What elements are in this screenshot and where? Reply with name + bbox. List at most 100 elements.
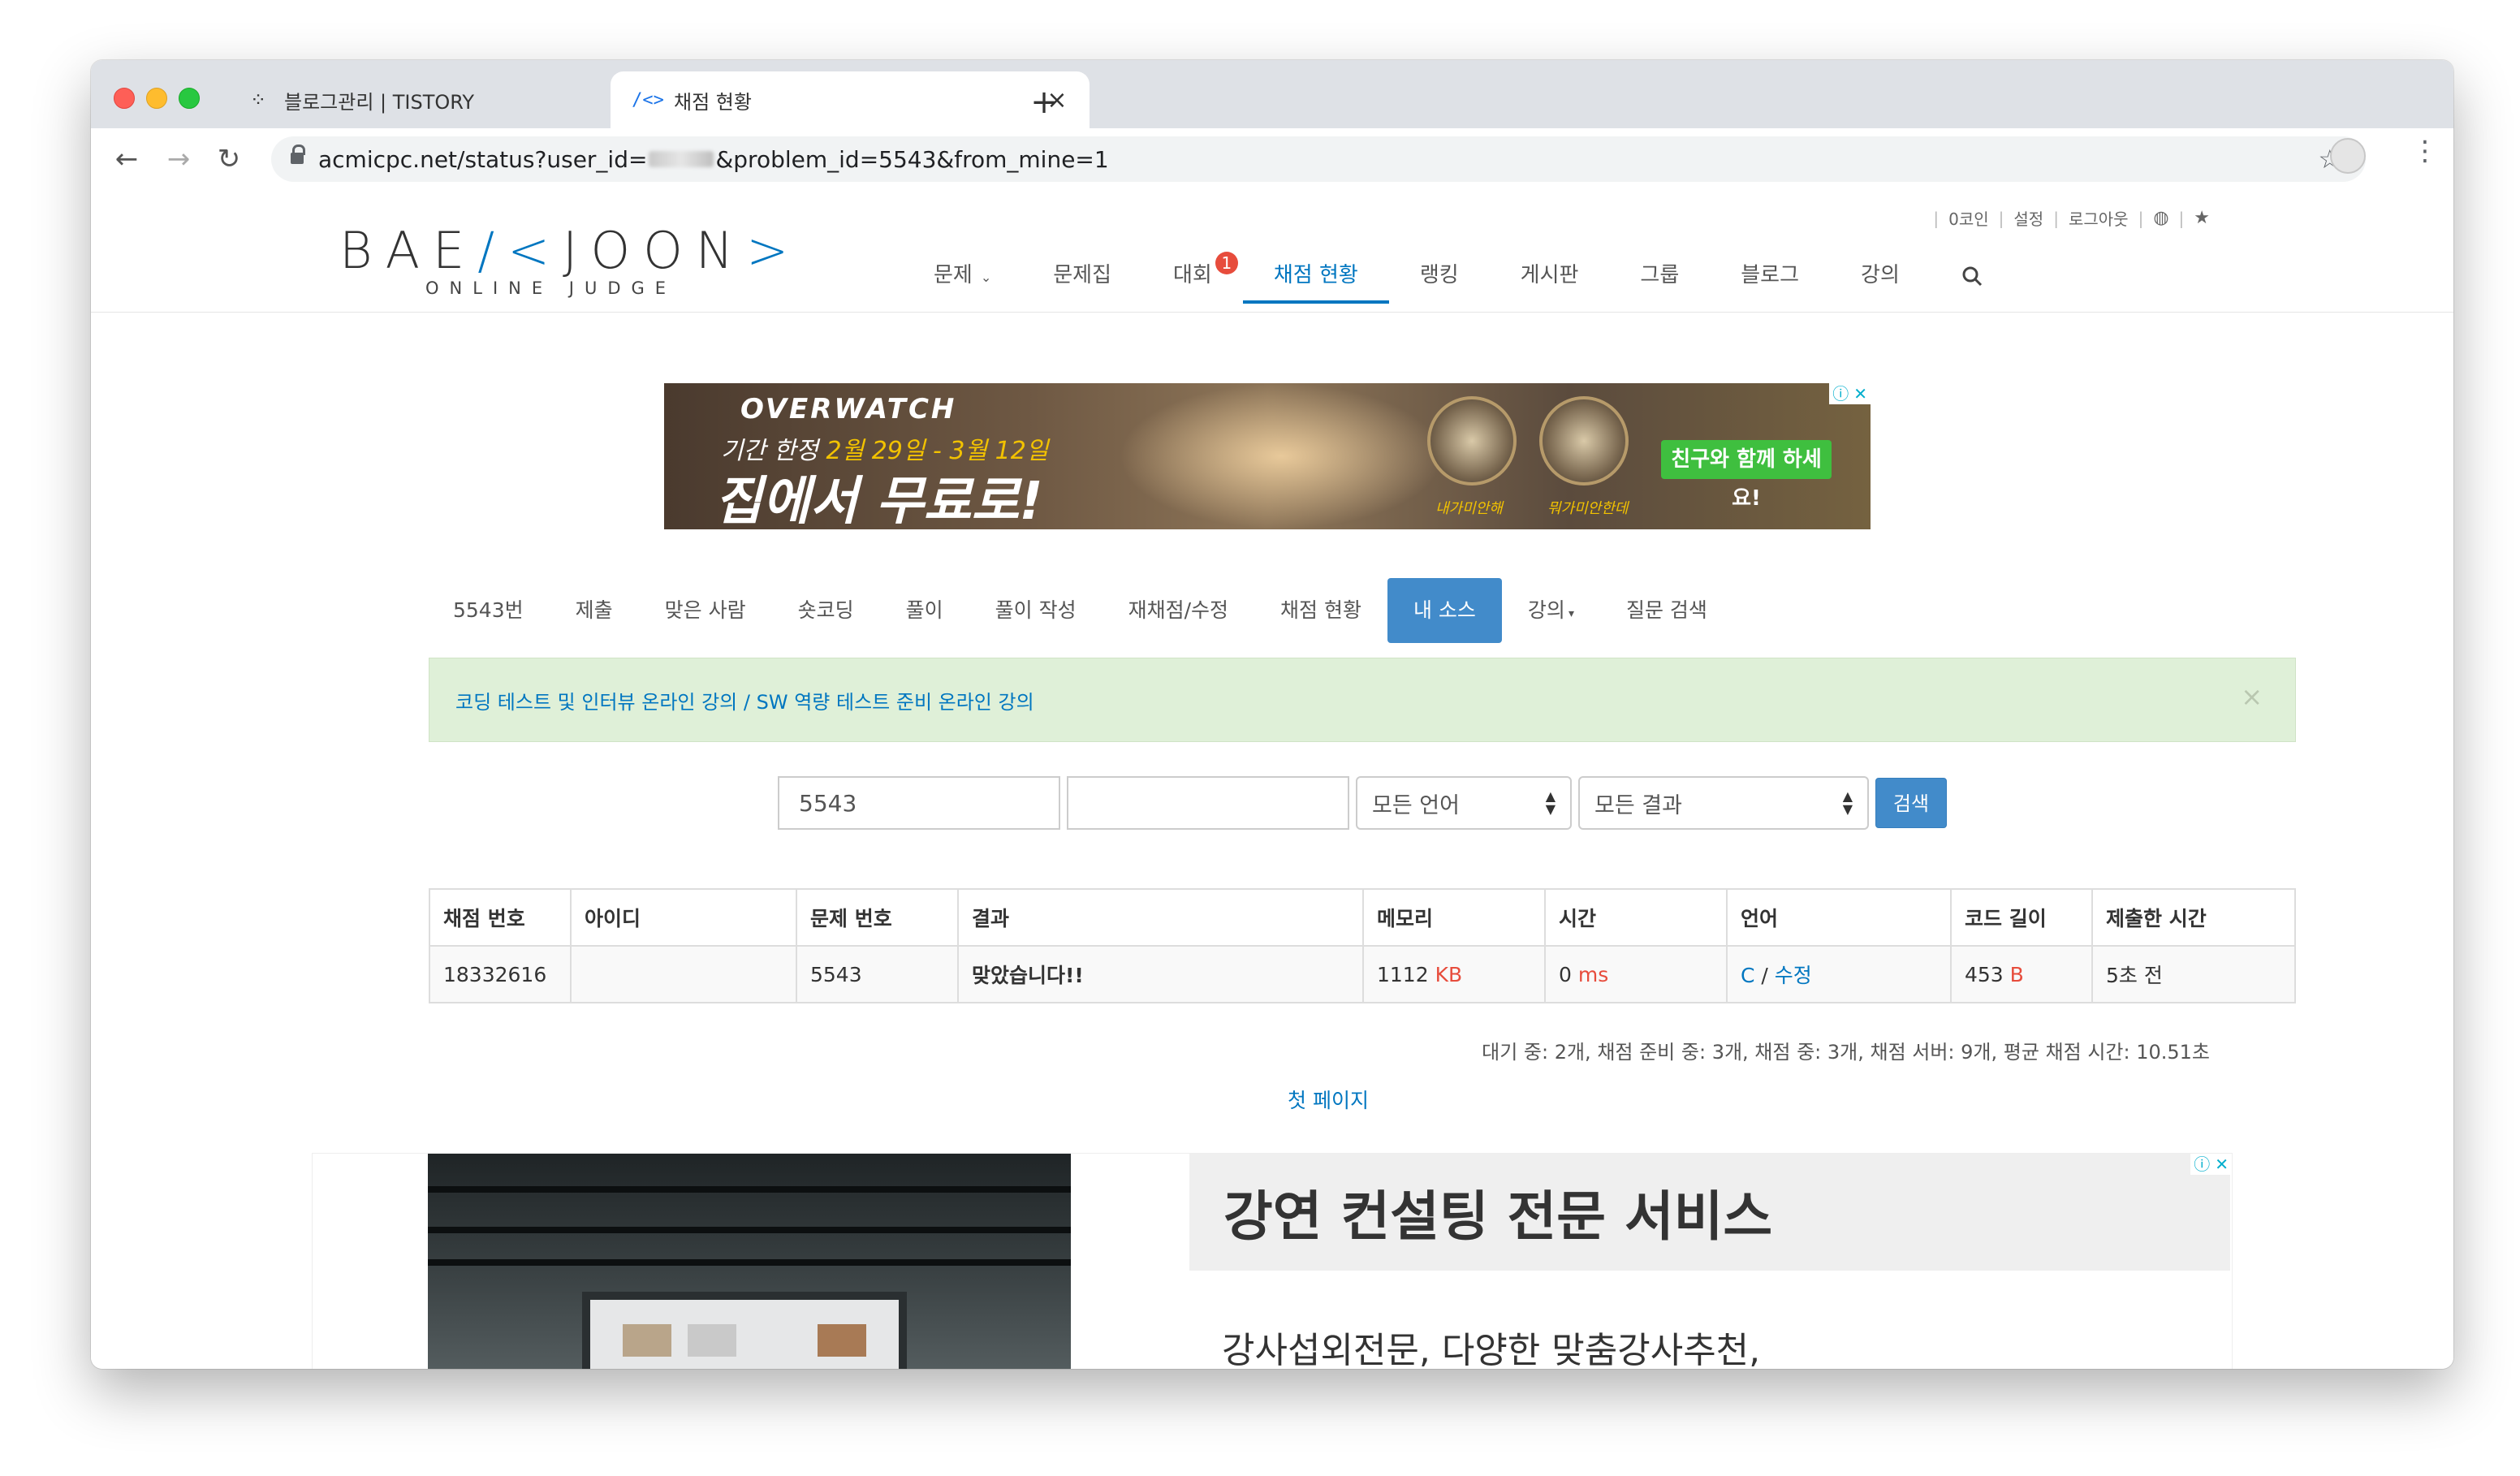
- first-page-link[interactable]: 첫 페이지: [1288, 1085, 1369, 1114]
- problem-menu-solutions[interactable]: 풀이: [880, 578, 969, 643]
- language-cell: C / 수정: [1726, 945, 1952, 1003]
- settings-link[interactable]: 설정: [2013, 206, 2043, 230]
- nav-contest[interactable]: 대회 1: [1142, 247, 1243, 304]
- close-icon[interactable]: ×: [2241, 681, 2263, 712]
- browser-toolbar: ← → ↻ acmicpc.net/status?user_id= &probl…: [91, 128, 2453, 193]
- star-icon[interactable]: ★: [2194, 208, 2210, 228]
- redacted-user-id: [649, 151, 714, 167]
- result-select[interactable]: 모든 결과 ▲ ▼: [1578, 776, 1869, 830]
- ad-brand: OVERWATCH: [740, 393, 957, 425]
- col-language: 언어: [1726, 888, 1952, 947]
- memory-cell: 1112 KB: [1362, 945, 1546, 1003]
- col-time: 시간: [1544, 888, 1728, 947]
- close-window-button[interactable]: [114, 88, 135, 109]
- ad-body: 강사섭외전문, 다양한 맞춤강사추천,: [1222, 1330, 1761, 1369]
- back-button[interactable]: ←: [107, 140, 146, 179]
- problem-menu-solvers[interactable]: 맞은 사람: [639, 578, 772, 643]
- col-memory: 메모리: [1362, 888, 1546, 947]
- col-code-length: 코드 길이: [1950, 888, 2093, 947]
- coin-link[interactable]: 0코인: [1948, 206, 1989, 230]
- tab-status[interactable]: /<> 채점 현황 ×: [611, 71, 1090, 128]
- result-status: 맞았습니다!!: [957, 945, 1364, 1003]
- problem-menu-rejudge[interactable]: 재채점/수정: [1102, 578, 1254, 643]
- zoom-window-button[interactable]: [179, 88, 200, 109]
- select-arrows-icon: ▲ ▼: [1545, 788, 1556, 817]
- ad-photo: [428, 1154, 1071, 1369]
- lecture-consulting-ad[interactable]: 강연 컨설팅 전문 서비스 강사섭외전문, 다양한 맞춤강사추천, ⓘ ✕: [312, 1153, 2233, 1369]
- nav-board[interactable]: 게시판: [1490, 247, 1610, 304]
- main-nav: 문제 ⌄ 문제집 대회 1 채점 현황 랭킹 게시판 그룹 블로그 강의: [903, 247, 2013, 304]
- tab-title: 채점 현황: [674, 90, 752, 114]
- profile-avatar[interactable]: [2330, 138, 2366, 174]
- globe-icon[interactable]: ◍: [2153, 208, 2168, 228]
- tistory-icon: ⁘: [249, 88, 267, 111]
- problem-menu-number[interactable]: 5543번: [429, 578, 550, 643]
- search-button[interactable]: 검색: [1875, 778, 1947, 828]
- alert-link[interactable]: 코딩 테스트 및 인터뷰 온라인 강의 / SW 역량 테스트 준비 온라인 강…: [455, 686, 1034, 714]
- logo-subtitle: ONLINE JUDGE: [425, 278, 677, 298]
- nav-ranking[interactable]: 랭킹: [1389, 247, 1490, 304]
- caret-down-icon: ▾: [1568, 607, 1574, 620]
- url-prefix: acmicpc.net/status?user_id=: [318, 145, 648, 173]
- nav-problems[interactable]: 문제 ⌄: [903, 247, 1022, 304]
- hero-medal-icon: [1539, 396, 1629, 486]
- select-arrows-icon: ▲ ▼: [1842, 788, 1853, 817]
- adchoices-icon[interactable]: ⓘ ✕: [2190, 1154, 2232, 1175]
- col-submission-id: 채점 번호: [429, 888, 572, 947]
- col-user-id: 아이디: [570, 888, 797, 947]
- ad-cta-button[interactable]: 친구와 함께 하세요!: [1661, 440, 1832, 511]
- search-icon[interactable]: [1931, 247, 2013, 304]
- nav-status[interactable]: 채점 현황: [1242, 247, 1389, 304]
- problem-menu-my-source[interactable]: 내 소스: [1387, 578, 1502, 643]
- col-submitted-time: 제출한 시간: [2091, 888, 2296, 947]
- new-tab-button[interactable]: +: [1026, 84, 1062, 120]
- code-icon: /<>: [632, 89, 664, 110]
- user-id[interactable]: [570, 945, 797, 1003]
- problem-menu-shortcoding[interactable]: 숏코딩: [772, 578, 880, 643]
- problem-id-input[interactable]: 5543: [778, 776, 1060, 830]
- col-problem-id: 문제 번호: [796, 888, 959, 947]
- lock-icon: [291, 145, 305, 167]
- address-bar[interactable]: acmicpc.net/status?user_id= &problem_id=…: [271, 136, 2366, 182]
- table-header-row: 채점 번호 아이디 문제 번호 결과 메모리 시간 언어 코드 길이 제출한 시…: [429, 888, 2296, 947]
- page-viewport: BAE/<JOON> ONLINE JUDGE | 0코인 | 설정 | 로그아…: [91, 192, 2453, 1369]
- problem-menu-submit[interactable]: 제출: [550, 578, 639, 643]
- col-result: 결과: [957, 888, 1364, 947]
- language-select[interactable]: 모든 언어 ▲ ▼: [1356, 776, 1572, 830]
- tab-title: 블로그관리 | TISTORY: [284, 90, 475, 114]
- minimize-window-button[interactable]: [146, 88, 167, 109]
- adchoices-icon[interactable]: ⓘ ✕: [1829, 383, 1871, 404]
- logout-link[interactable]: 로그아웃: [2069, 206, 2129, 230]
- problem-menu-status[interactable]: 채점 현황: [1254, 578, 1387, 643]
- header-divider: [91, 312, 2453, 313]
- edit-link[interactable]: 수정: [1775, 964, 1812, 987]
- chevron-down-icon: ⌄: [980, 270, 992, 285]
- logo-wordmark: BAE/<JOON>: [339, 221, 802, 280]
- user-links: | 0코인 | 설정 | 로그아웃 | ◍ | ★: [1933, 206, 2210, 230]
- hero-medal-icon: [1427, 396, 1517, 486]
- problem-menu-write-solution[interactable]: 풀이 작성: [969, 578, 1102, 643]
- tab-strip: ⁘ 블로그관리 | TISTORY × /<> 채점 현황 × +: [91, 60, 2453, 128]
- nav-lecture[interactable]: 강의: [1830, 247, 1931, 304]
- reload-button[interactable]: ↻: [209, 140, 248, 179]
- medal-caption: 뭐가미안한데: [1547, 500, 1629, 517]
- forward-button[interactable]: →: [159, 140, 198, 179]
- source-link[interactable]: C: [1741, 964, 1754, 987]
- user-id-input[interactable]: [1067, 776, 1349, 830]
- problem-menu-question-search[interactable]: 질문 검색: [1600, 578, 1733, 643]
- nav-group[interactable]: 그룹: [1609, 247, 1710, 304]
- status-table: 채점 번호 아이디 문제 번호 결과 메모리 시간 언어 코드 길이 제출한 시…: [429, 888, 2296, 1003]
- problem-id-link[interactable]: 5543: [796, 945, 959, 1003]
- ad-headline: 강연 컨설팅 전문 서비스: [1223, 1185, 1773, 1248]
- contest-badge: 1: [1215, 252, 1238, 274]
- ad-headline: 집에서 무료로!: [714, 472, 1043, 529]
- site-logo[interactable]: BAE/<JOON> ONLINE JUDGE: [339, 221, 801, 298]
- overwatch-ad-banner[interactable]: OVERWATCH 기간 한정 2월 29일 - 3월 12일 집에서 무료로!…: [664, 383, 1871, 529]
- table-row: 18332616 5543 맞았습니다!! 1112 KB 0 ms C / 수…: [429, 945, 2296, 1003]
- nav-blog[interactable]: 블로그: [1710, 247, 1830, 304]
- problem-menu-lecture[interactable]: 강의 ▾: [1502, 578, 1600, 643]
- time-cell: 0 ms: [1544, 945, 1728, 1003]
- browser-menu-icon[interactable]: ⋮: [2411, 135, 2439, 167]
- submitted-time[interactable]: 5초 전: [2091, 945, 2296, 1003]
- nav-workbook[interactable]: 문제집: [1022, 247, 1142, 304]
